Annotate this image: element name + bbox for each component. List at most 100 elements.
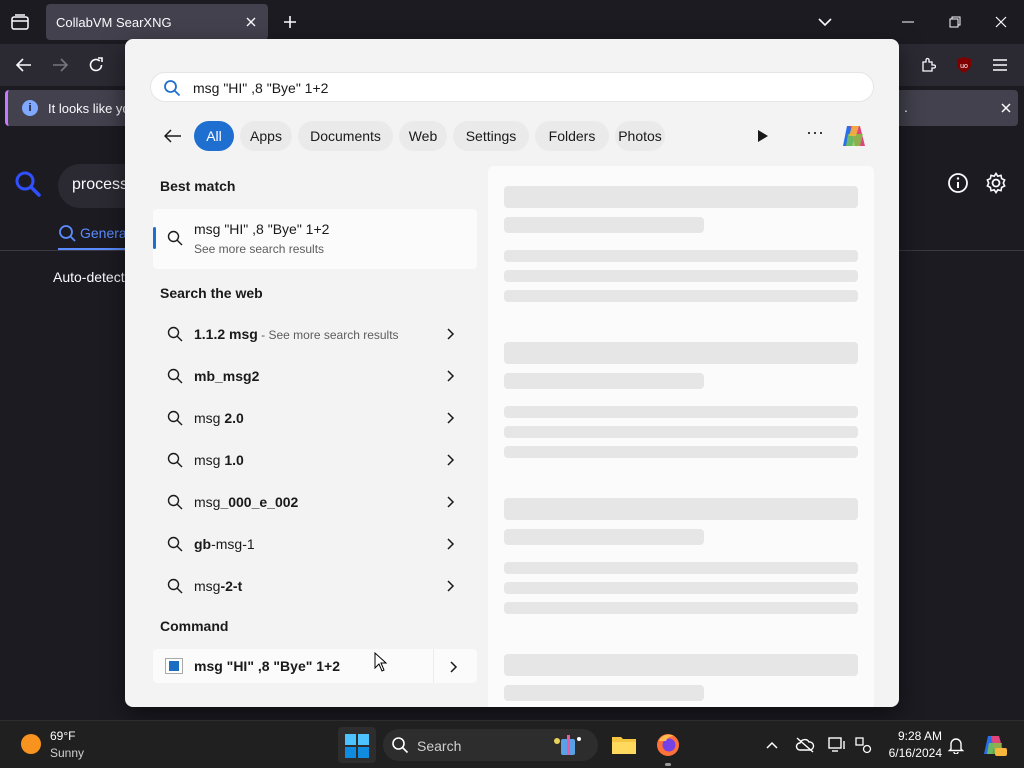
- search-icon: [167, 452, 183, 473]
- skeleton-bar: [504, 654, 858, 676]
- firefox-icon[interactable]: [651, 729, 685, 761]
- clock-date: 6/16/2024: [888, 746, 942, 760]
- taskbar-search-box[interactable]: Search: [383, 729, 598, 761]
- gear-icon[interactable]: [985, 172, 1007, 199]
- skeleton-bar: [504, 406, 858, 418]
- tab-general[interactable]: General: [58, 224, 130, 242]
- extensions-icon[interactable]: [916, 53, 940, 77]
- file-explorer-icon[interactable]: [607, 729, 641, 761]
- tab-general-label: General: [80, 225, 130, 241]
- web-result-item[interactable]: gb-msg-1: [153, 526, 477, 562]
- searxng-logo-icon[interactable]: [14, 170, 42, 203]
- skeleton-bar: [504, 446, 858, 458]
- chevron-up-icon[interactable]: [762, 735, 782, 755]
- skeleton-bar: [504, 562, 858, 574]
- web-result-bold: 2.0: [224, 410, 244, 426]
- reload-icon[interactable]: [84, 53, 108, 77]
- notification-close-icon[interactable]: [996, 99, 1016, 117]
- filter-settings[interactable]: Settings: [453, 121, 529, 151]
- copilot-icon[interactable]: [838, 120, 870, 152]
- more-options-icon[interactable]: ···: [803, 123, 827, 147]
- web-result-bold: 1.0: [224, 452, 244, 468]
- web-result-bold: _000_e_002: [220, 494, 299, 510]
- sun-icon: [21, 734, 41, 754]
- selection-accent: [153, 227, 156, 249]
- play-more-filters-icon[interactable]: [752, 125, 774, 147]
- back-arrow-icon[interactable]: [161, 125, 185, 147]
- chevron-right-icon: [447, 369, 455, 387]
- filter-all[interactable]: All: [194, 121, 234, 151]
- web-result-text: msg 1.0: [194, 452, 244, 468]
- skeleton-bar: [504, 217, 704, 233]
- tab-close-icon[interactable]: [242, 13, 260, 31]
- taskbar-search-placeholder: Search: [417, 738, 462, 754]
- skeleton-bar: [504, 582, 858, 594]
- mouse-cursor-icon: [374, 651, 388, 677]
- skeleton-bar: [504, 426, 858, 438]
- command-text: msg "HI" ,8 "Bye" 1+2: [194, 658, 341, 674]
- ublock-icon[interactable]: uo: [952, 53, 976, 77]
- command-expand-button[interactable]: [433, 649, 477, 683]
- weather-condition: Sunny: [50, 746, 85, 760]
- minimize-icon[interactable]: [893, 8, 923, 36]
- new-tab-icon[interactable]: [279, 11, 301, 33]
- back-icon[interactable]: [12, 53, 36, 77]
- run-command-icon: [165, 658, 183, 674]
- network-settings-icon[interactable]: [853, 735, 873, 755]
- web-result-item[interactable]: msg-2-t: [153, 568, 477, 604]
- skeleton-bar: [504, 373, 704, 389]
- weather-temp: 69°F: [50, 729, 76, 743]
- search-icon: [59, 225, 76, 242]
- skeleton-bar: [504, 498, 858, 520]
- web-result-item[interactable]: msg 1.0: [153, 442, 477, 478]
- info-icon: i: [22, 100, 38, 116]
- about-info-icon[interactable]: [947, 172, 969, 199]
- chevron-right-icon: [447, 537, 455, 555]
- web-result-item[interactable]: 1.1.2 msg - See more search results: [153, 316, 477, 352]
- search-web-heading: Search the web: [160, 285, 263, 301]
- skeleton-bar: [504, 342, 858, 364]
- search-icon: [167, 326, 183, 347]
- chevron-right-icon: [450, 660, 458, 678]
- search-icon: [167, 368, 183, 389]
- tab-list-icon[interactable]: [8, 10, 32, 34]
- chevron-right-icon: [447, 495, 455, 513]
- chevron-down-icon[interactable]: [814, 11, 836, 33]
- language-autodetect[interactable]: Auto-detect: [53, 269, 125, 285]
- command-heading: Command: [160, 618, 229, 634]
- filter-bar: All Apps Documents Web Settings Folders …: [125, 119, 899, 153]
- web-result-text: msg 2.0: [194, 410, 244, 426]
- start-search-box[interactable]: msg "HI" ,8 "Bye" 1+2: [150, 72, 874, 102]
- web-result-item[interactable]: msg 2.0: [153, 400, 477, 436]
- command-item[interactable]: msg "HI" ,8 "Bye" 1+2: [153, 649, 477, 683]
- web-result-bold: -2-t: [220, 578, 243, 594]
- web-result-bold: mb_msg2: [194, 368, 260, 384]
- web-result-item[interactable]: msg_000_e_002: [153, 484, 477, 520]
- display-icon[interactable]: [827, 735, 847, 755]
- filter-folders[interactable]: Folders: [535, 121, 609, 151]
- copilot-taskbar-icon[interactable]: [980, 731, 1008, 759]
- search-highlight-icon: [551, 733, 585, 757]
- menu-icon[interactable]: [988, 53, 1012, 77]
- filter-photos[interactable]: Photos: [615, 121, 665, 151]
- web-result-text: msg-2-t: [194, 578, 242, 594]
- forward-icon[interactable]: [48, 53, 72, 77]
- tab-title: CollabVM SearXNG: [56, 15, 172, 30]
- start-search-query[interactable]: msg "HI" ,8 "Bye" 1+2: [193, 80, 328, 96]
- web-result-item[interactable]: mb_msg2: [153, 358, 477, 394]
- preview-pane-loading: [488, 166, 874, 707]
- filter-documents[interactable]: Documents: [298, 121, 393, 151]
- web-result-normal: msg: [194, 452, 225, 468]
- cloud-offline-icon[interactable]: [795, 735, 815, 755]
- filter-web[interactable]: Web: [399, 121, 447, 151]
- web-result-normal: msg: [194, 494, 221, 510]
- chevron-right-icon: [447, 453, 455, 471]
- browser-tab[interactable]: CollabVM SearXNG: [46, 4, 268, 40]
- restore-icon[interactable]: [940, 8, 970, 36]
- filter-apps[interactable]: Apps: [240, 121, 292, 151]
- best-match-item[interactable]: msg "HI" ,8 "Bye" 1+2 See more search re…: [153, 209, 477, 269]
- notification-ellipsis: .: [904, 99, 908, 115]
- close-window-icon[interactable]: [986, 8, 1016, 36]
- web-result-text: mb_msg2: [194, 368, 259, 384]
- notification-bell-icon[interactable]: [946, 735, 966, 755]
